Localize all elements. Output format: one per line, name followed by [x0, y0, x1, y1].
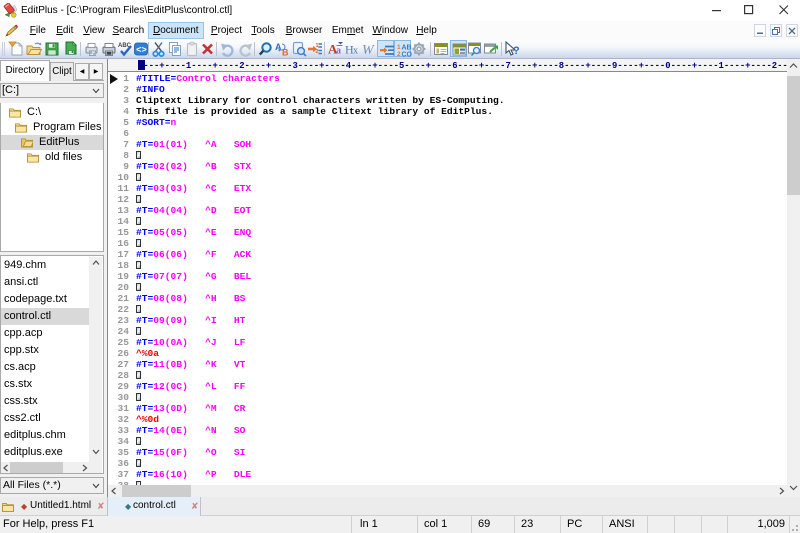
svg-text:CO: CO: [401, 51, 412, 58]
svg-text:AB: AB: [401, 44, 411, 51]
svg-text:W: W: [362, 43, 375, 57]
svg-text:a: a: [336, 46, 341, 57]
svg-text:<>: <>: [136, 46, 147, 56]
svg-text:2: 2: [397, 51, 401, 58]
svg-text:B: B: [282, 48, 289, 58]
svg-text:x: x: [353, 46, 358, 57]
svg-text:2: 2: [316, 49, 319, 55]
svg-text:1: 1: [397, 44, 401, 51]
svg-text:?: ?: [513, 45, 520, 57]
